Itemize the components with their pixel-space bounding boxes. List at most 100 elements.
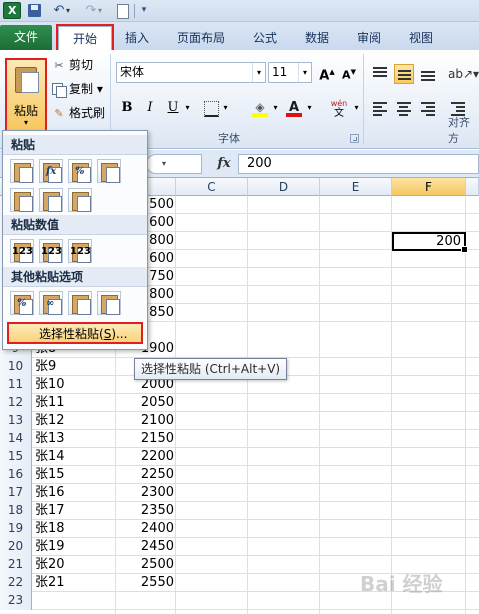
font-size-select[interactable]: 11 ▾ — [268, 62, 312, 83]
decrease-font-size-button[interactable]: A▼ — [340, 63, 358, 82]
values-number-format-icon[interactable]: 123 — [39, 239, 63, 263]
cell-a[interactable]: 张13 — [35, 430, 115, 448]
insert-function-icon[interactable]: fx — [214, 156, 234, 172]
copy-dropdown-icon[interactable]: ▾ — [97, 82, 103, 96]
redo-dropdown-icon[interactable]: ▾ — [98, 2, 108, 19]
column-header-c[interactable]: C — [176, 178, 248, 196]
cell-a[interactable] — [35, 592, 115, 610]
align-bottom-icon[interactable] — [418, 64, 438, 84]
excel-logo-icon[interactable] — [3, 2, 21, 19]
font-color-dropdown-icon[interactable]: ▾ — [305, 98, 314, 117]
paste-formatting-icon[interactable]: % — [10, 291, 34, 315]
cell-b[interactable]: 2450 — [116, 538, 174, 556]
paste-picture-icon[interactable] — [68, 291, 92, 315]
underline-dropdown-icon[interactable]: ▾ — [183, 98, 192, 117]
paste-button[interactable]: 粘贴 ▾ — [5, 58, 47, 138]
dialog-launcher-icon[interactable] — [350, 134, 359, 143]
align-right-icon[interactable] — [418, 98, 438, 118]
cell-a[interactable]: 张12 — [35, 412, 115, 430]
name-box[interactable] — [146, 154, 202, 174]
cut-button[interactable]: ✂ 剪切 — [50, 56, 93, 75]
phonetic-dropdown-icon[interactable]: ▾ — [352, 98, 361, 117]
cell-a[interactable]: 张20 — [35, 556, 115, 574]
format-painter-button[interactable]: ✎ 格式刷 — [50, 104, 105, 123]
cell-a[interactable]: 张10 — [35, 376, 115, 394]
cell-b[interactable] — [116, 592, 174, 610]
chevron-down-icon[interactable]: ▾ — [7, 118, 45, 127]
save-icon[interactable] — [26, 2, 44, 19]
increase-font-size-button[interactable]: A▲ — [318, 63, 336, 83]
fill-color-icon[interactable]: ◈ — [250, 98, 270, 117]
cell-a[interactable]: 张18 — [35, 520, 115, 538]
borders-icon[interactable] — [202, 98, 220, 117]
cell-b[interactable]: 2350 — [116, 502, 174, 520]
cell-a[interactable]: 张17 — [35, 502, 115, 520]
italic-button[interactable]: I — [141, 98, 159, 117]
cell-a[interactable]: 张16 — [35, 484, 115, 502]
no-borders-icon[interactable] — [10, 188, 34, 212]
phonetic-guide-icon[interactable]: wén 文 — [326, 99, 352, 119]
transpose-icon[interactable] — [68, 188, 92, 212]
fill-color-dropdown-icon[interactable]: ▾ — [271, 98, 280, 117]
underline-button[interactable]: U — [164, 98, 182, 117]
align-center-icon[interactable] — [394, 98, 414, 118]
row-header[interactable]: 12 — [0, 394, 32, 412]
borders-dropdown-icon[interactable]: ▾ — [221, 98, 230, 117]
undo-dropdown-icon[interactable]: ▾ — [66, 2, 76, 19]
paste-icon[interactable] — [10, 159, 34, 183]
row-header[interactable]: 15 — [0, 448, 32, 466]
customize-toolbar-icon[interactable]: ▾ — [138, 2, 150, 19]
cell-a[interactable]: 张21 — [35, 574, 115, 592]
bold-button[interactable]: B — [118, 98, 136, 117]
row-header[interactable]: 22 — [0, 574, 32, 592]
font-color-icon[interactable]: A — [284, 98, 304, 117]
row-header[interactable]: 20 — [0, 538, 32, 556]
align-left-icon[interactable] — [370, 98, 390, 118]
tab-file[interactable]: 文件 — [0, 25, 52, 50]
font-name-select[interactable]: 宋体 ▾ — [116, 62, 266, 83]
column-header-d[interactable]: D — [248, 178, 320, 196]
row-header[interactable]: 21 — [0, 556, 32, 574]
row-header[interactable]: 17 — [0, 484, 32, 502]
formula-input[interactable]: 200 — [238, 154, 479, 174]
paste-formulas-icon[interactable]: fx — [39, 159, 63, 183]
row-header[interactable]: 13 — [0, 412, 32, 430]
paste-link-icon[interactable]: ∞ — [39, 291, 63, 315]
values-source-formatting-icon[interactable]: 123 — [68, 239, 92, 263]
paste-formulas-number-format-icon[interactable]: % — [68, 159, 92, 183]
cell-a[interactable]: 张15 — [35, 466, 115, 484]
cell-a[interactable]: 张14 — [35, 448, 115, 466]
cell-b[interactable]: 2300 — [116, 484, 174, 502]
paste-values-icon[interactable]: 123 — [10, 239, 34, 263]
cell-b[interactable]: 2250 — [116, 466, 174, 484]
row-header[interactable]: 14 — [0, 430, 32, 448]
tab-insert[interactable]: 插入 — [122, 26, 152, 50]
cell-a[interactable]: 张11 — [35, 394, 115, 412]
chevron-down-icon[interactable]: ▾ — [298, 63, 311, 82]
cell-b[interactable]: 2100 — [116, 412, 174, 430]
cell-b[interactable]: 2500 — [116, 556, 174, 574]
column-header-g[interactable] — [466, 178, 479, 196]
cell-b[interactable]: 2050 — [116, 394, 174, 412]
row-header[interactable]: 11 — [0, 376, 32, 394]
active-cell-f3[interactable]: 200 — [392, 232, 468, 253]
column-header-f[interactable]: F — [392, 178, 466, 196]
cell-b[interactable]: 2150 — [116, 430, 174, 448]
row-header[interactable]: 23 — [0, 592, 32, 610]
cell-a[interactable]: 张9 — [35, 358, 115, 376]
cell-b[interactable]: 2200 — [116, 448, 174, 466]
tab-page-layout[interactable]: 页面布局 — [174, 26, 228, 50]
cell-b[interactable]: 2550 — [116, 574, 174, 592]
cell-a[interactable]: 张19 — [35, 538, 115, 556]
tab-data[interactable]: 数据 — [302, 26, 332, 50]
align-top-icon[interactable] — [370, 64, 390, 84]
tab-formulas[interactable]: 公式 — [250, 26, 280, 50]
row-header[interactable]: 16 — [0, 466, 32, 484]
keep-source-formatting-icon[interactable] — [97, 159, 121, 183]
keep-column-widths-icon[interactable] — [39, 188, 63, 212]
chevron-down-icon[interactable]: ▾ — [158, 154, 170, 174]
copy-button[interactable]: 复制 ▾ — [50, 80, 103, 99]
tab-view[interactable]: 视图 — [406, 26, 436, 50]
align-middle-icon[interactable] — [394, 64, 414, 84]
linked-picture-icon[interactable] — [97, 291, 121, 315]
